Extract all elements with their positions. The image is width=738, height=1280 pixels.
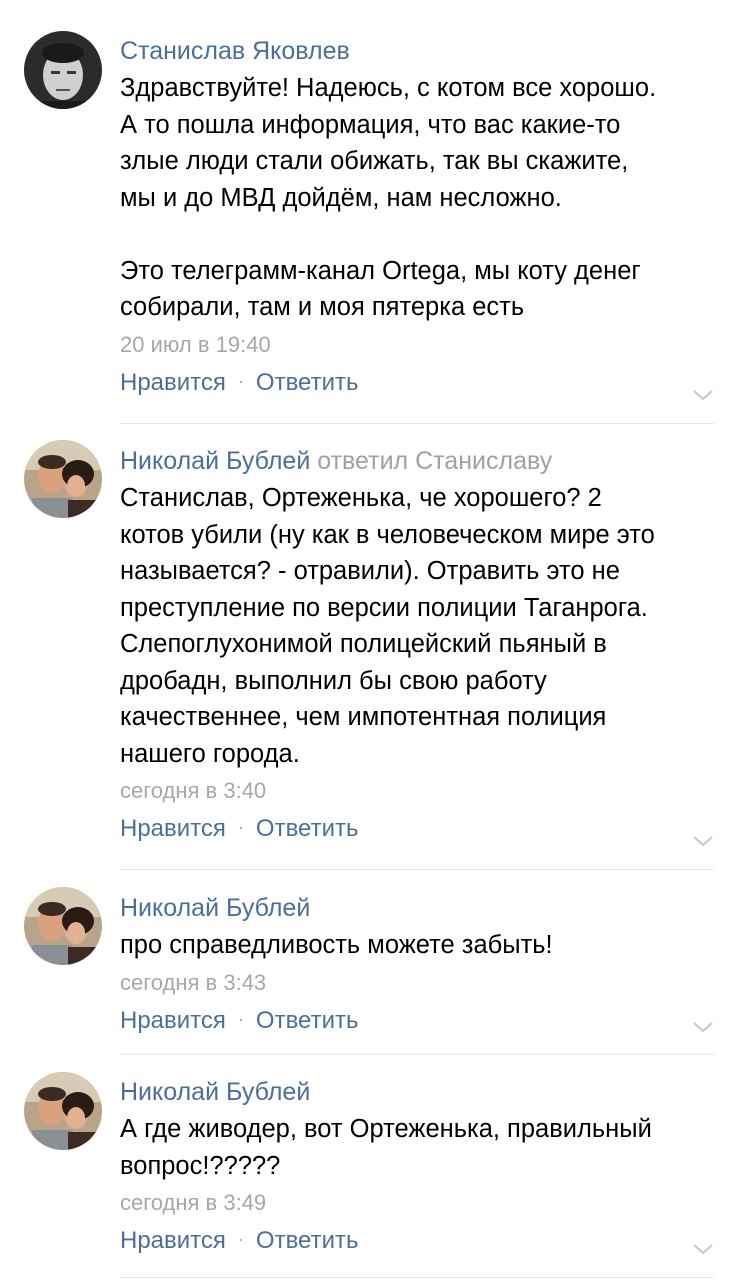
like-button[interactable]: Нравится <box>120 815 226 842</box>
reply-button[interactable]: Ответить <box>256 815 359 842</box>
comment-text: Станислав, Ортеженька, че хорошего? 2 ко… <box>120 484 655 768</box>
avatar[interactable] <box>24 887 102 965</box>
comment-timestamp: сегодня в 3:49 <box>120 1190 267 1215</box>
divider <box>120 1054 714 1055</box>
author-name[interactable]: Николай Бублей <box>120 447 310 475</box>
avatar[interactable] <box>24 440 102 518</box>
reply-button[interactable]: Ответить <box>256 1007 359 1034</box>
comment-timestamp: сегодня в 3:40 <box>120 778 267 803</box>
divider <box>120 1277 714 1278</box>
avatar-man-dark-photo-icon <box>24 31 102 109</box>
action-separator: · <box>237 370 244 391</box>
reply-button[interactable]: Ответить <box>256 369 359 396</box>
reply-button[interactable]: Ответить <box>256 1227 359 1254</box>
divider <box>120 423 714 424</box>
chevron-down-icon[interactable] <box>692 1020 714 1034</box>
action-separator: · <box>237 817 244 837</box>
author-name[interactable]: Николай Бублей <box>120 1078 310 1106</box>
reply-to-label[interactable]: ответил Станиславу <box>317 447 552 475</box>
avatar-couple-photo-icon <box>24 887 102 965</box>
avatar[interactable] <box>24 1072 102 1150</box>
comment-timestamp: 20 июл в 19:40 <box>120 331 271 357</box>
action-separator: · <box>237 1008 244 1029</box>
comment-text: Здравствуйте! Надеюсь, с котом все хорош… <box>120 74 657 321</box>
author-name[interactable]: Николай Бублей <box>120 894 310 922</box>
avatar-couple-photo-icon <box>24 440 102 518</box>
avatar[interactable] <box>24 31 102 109</box>
comment-timestamp: сегодня в 3:43 <box>120 969 267 995</box>
like-button[interactable]: Нравится <box>120 369 226 396</box>
chevron-down-icon[interactable] <box>692 388 714 402</box>
like-button[interactable]: Нравится <box>120 1227 226 1254</box>
chevron-down-icon[interactable] <box>692 834 714 848</box>
avatar-couple-photo-icon <box>24 1072 102 1150</box>
action-separator: · <box>237 1229 244 1249</box>
author-name[interactable]: Станислав Яковлев <box>120 37 350 65</box>
divider <box>120 869 714 870</box>
like-button[interactable]: Нравится <box>120 1007 226 1034</box>
chevron-down-icon[interactable] <box>692 1242 714 1256</box>
comment-text: А где живодер, вот Ортеженька, правильны… <box>120 1115 652 1180</box>
comment-text: про справедливость можете забыть! <box>120 931 553 959</box>
